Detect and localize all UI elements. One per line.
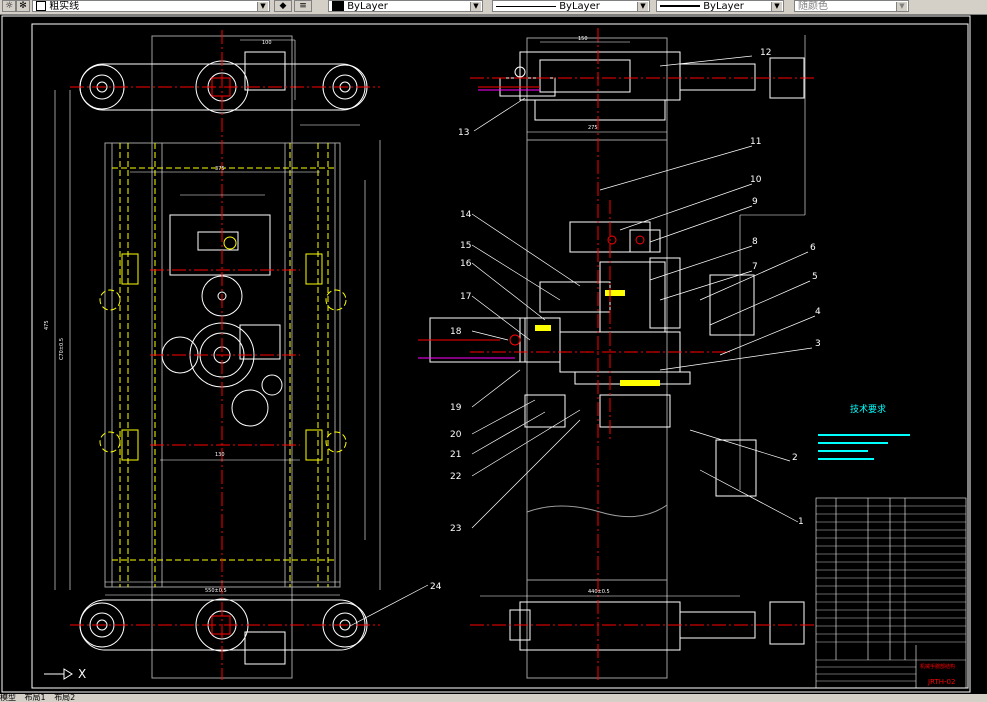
part-number-22: 22: [450, 472, 461, 482]
layer-swatch: [36, 1, 46, 11]
title-block-name: 机械手腕部结构: [920, 663, 955, 670]
chevron-down-icon[interactable]: ▼: [470, 2, 481, 11]
tab-layout2[interactable]: 布局2: [54, 693, 75, 702]
part-number-14: 14: [460, 210, 472, 220]
part-number-13: 13: [458, 128, 469, 138]
drawing-canvas[interactable]: 475 C70±0.5 550±0.5 375 100 130 275 150 …: [0, 14, 987, 694]
svg-text:475: 475: [44, 320, 50, 330]
color-dropdown[interactable]: ByLayer ▼: [328, 0, 483, 12]
part-number-15: 15: [460, 241, 471, 251]
part-number-labels: 1 2 3 4 5 6 7 8 9 10 11 12 13 14 15 16 1…: [430, 48, 821, 592]
layer-manager-icon[interactable]: ◆: [274, 0, 292, 12]
svg-text:440±0.5: 440±0.5: [588, 589, 610, 595]
part-number-17: 17: [460, 292, 471, 302]
properties-toolbar: ☼ ✻ 粗实线 ▼ ◆ ≡ ByLayer ▼ ByLayer ▼ ByLaye…: [0, 0, 987, 15]
layer-states-icon[interactable]: ≡: [294, 0, 312, 12]
part-number-5: 5: [812, 272, 818, 282]
layer-name: 粗实线: [49, 1, 80, 12]
lineweight-dropdown[interactable]: ByLayer ▼: [656, 0, 784, 12]
layer-dropdown[interactable]: 粗实线 ▼: [32, 0, 270, 12]
technical-requirements: 技术要求: [818, 403, 910, 460]
drawing-number: JRTH-02: [927, 678, 955, 686]
part-number-12: 12: [760, 48, 771, 58]
bulb-icon[interactable]: ☼: [2, 0, 16, 12]
drawing-frame: [1, 15, 971, 693]
part-number-7: 7: [752, 262, 758, 272]
svg-text:100: 100: [262, 40, 272, 46]
part-number-10: 10: [750, 175, 762, 185]
part-number-16: 16: [460, 259, 472, 269]
svg-text:C70±0.5: C70±0.5: [59, 338, 65, 360]
chevron-down-icon[interactable]: ▼: [771, 2, 782, 11]
part-number-9: 9: [752, 197, 758, 207]
plotstyle-dropdown[interactable]: 随颜色 ▼: [794, 0, 909, 12]
lineweight-preview: [660, 5, 700, 7]
left-top-view: 475 C70±0.5 550±0.5 375 100 130: [44, 30, 381, 680]
parts-list-rows: [816, 505, 966, 682]
chevron-down-icon[interactable]: ▼: [637, 2, 648, 11]
linetype-dropdown[interactable]: ByLayer ▼: [492, 0, 650, 12]
part-number-21: 21: [450, 450, 461, 460]
part-number-8: 8: [752, 237, 758, 247]
freeze-icon[interactable]: ✻: [16, 0, 30, 12]
linetype-preview: [496, 5, 556, 7]
part-number-24: 24: [430, 582, 442, 592]
part-number-18: 18: [450, 327, 462, 337]
tab-model[interactable]: 模型: [0, 693, 16, 702]
leader-lines: [349, 55, 816, 627]
svg-text:275: 275: [588, 125, 598, 131]
chevron-down-icon[interactable]: ▼: [896, 2, 907, 11]
svg-text:550±0.5: 550±0.5: [205, 588, 227, 594]
part-number-19: 19: [450, 403, 462, 413]
part-number-23: 23: [450, 524, 461, 534]
layout-tabs: 模型 布局1 布局2: [0, 694, 987, 702]
right-section-view: 275 150 440±0.5: [418, 28, 815, 680]
part-number-11: 11: [750, 137, 761, 147]
part-number-6: 6: [810, 243, 816, 253]
svg-text:150: 150: [578, 36, 588, 42]
lineweight-value: ByLayer: [703, 1, 744, 12]
svg-text:130: 130: [215, 452, 225, 458]
chevron-down-icon[interactable]: ▼: [257, 2, 268, 11]
part-number-3: 3: [815, 339, 821, 349]
svg-text:375: 375: [215, 166, 225, 172]
ucs-icon: X: [42, 664, 102, 688]
color-swatch: [332, 1, 344, 11]
linetype-value: ByLayer: [559, 1, 600, 12]
part-number-20: 20: [450, 430, 462, 440]
ucs-x-label: X: [78, 667, 86, 681]
part-number-4: 4: [815, 307, 821, 317]
tab-layout1[interactable]: 布局1: [25, 693, 46, 702]
plotstyle-value: 随颜色: [798, 1, 828, 12]
part-number-2: 2: [792, 453, 798, 463]
part-number-1: 1: [798, 517, 804, 527]
tech-title: 技术要求: [850, 403, 886, 415]
parts-list-table: [815, 497, 967, 689]
color-value: ByLayer: [347, 1, 388, 12]
